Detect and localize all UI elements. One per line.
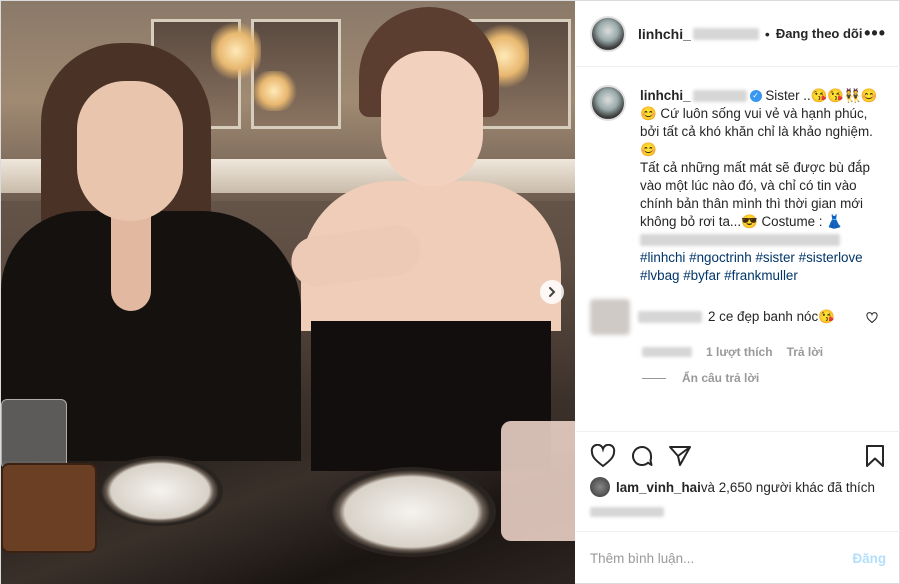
heart-icon <box>866 312 878 324</box>
add-comment-bar: Đăng <box>576 531 900 584</box>
post-comment-button[interactable]: Đăng <box>853 551 886 566</box>
verified-icon: ✓ <box>749 90 762 103</box>
header-username[interactable]: linhchi_ <box>638 26 691 42</box>
hashtag[interactable]: #linhchi <box>640 250 685 265</box>
comment-likes[interactable]: 1 lượt thích <box>706 345 773 359</box>
hashtag[interactable]: #frankmuller <box>724 268 798 283</box>
comment-icon <box>632 445 653 466</box>
blurred-username-part <box>692 27 759 40</box>
like-button[interactable] <box>590 443 616 468</box>
hashtag[interactable]: #byfar <box>683 268 720 283</box>
comment-meta: 1 lượt thích Trả lời <box>642 345 886 359</box>
share-button[interactable] <box>668 444 692 468</box>
blurred-comment-username <box>638 311 702 324</box>
blurred-post-timestamp <box>590 507 664 517</box>
hide-replies-label: Ẩn câu trả lời <box>682 371 760 386</box>
more-options-button[interactable]: ••• <box>864 23 886 44</box>
bookmark-icon <box>866 445 884 467</box>
post-photo[interactable] <box>1 1 575 584</box>
photo-cup <box>501 421 575 541</box>
hashtag[interactable]: #ngoctrinh <box>689 250 752 265</box>
comment-text: 2 ce đẹp banh nóc😘 <box>708 309 835 325</box>
comment: 2 ce đẹp banh nóc😘 <box>590 299 886 336</box>
comment-input[interactable] <box>590 551 853 566</box>
caption-username[interactable]: linhchi_ <box>640 88 691 103</box>
instagram-post-modal: linhchi_ • Đang theo dõi ••• linhchi_ ✓ S… <box>0 0 900 584</box>
post-header: linhchi_ • Đang theo dõi ••• <box>576 1 900 67</box>
comment-like-button[interactable] <box>866 311 878 327</box>
blurred-caption-line <box>640 234 840 247</box>
blurred-timestamp <box>642 347 692 358</box>
hashtag[interactable]: #sister <box>755 250 794 265</box>
share-icon <box>669 445 691 466</box>
avatar[interactable] <box>590 477 610 497</box>
photo-glass <box>1 399 67 469</box>
photo-person-right <box>288 1 571 471</box>
hide-replies-button[interactable]: Ẩn câu trả lời <box>642 371 886 385</box>
post-side-panel: linhchi_ • Đang theo dõi ••• linhchi_ ✓ S… <box>576 1 900 584</box>
hashtag[interactable]: #lvbag <box>640 268 679 283</box>
next-photo-button[interactable] <box>540 280 564 304</box>
caption-avatar[interactable] <box>590 85 626 121</box>
photo-plate <box>97 456 223 526</box>
photo-person-left <box>1 31 301 461</box>
comment-avatar[interactable] <box>590 299 630 336</box>
liked-by: lam_vinh_hai và 2,650 người khác đã thíc… <box>590 477 875 497</box>
chevron-right-icon <box>549 287 556 297</box>
comments-area: linhchi_ ✓ Sister ..😘😘👯😊 😊 Cứ luôn sống v… <box>576 67 900 431</box>
reply-button[interactable]: Trả lời <box>787 345 824 359</box>
caption-text: linhchi_ ✓ Sister ..😘😘👯😊 😊 Cứ luôn sống v… <box>640 87 886 285</box>
following-button[interactable]: Đang theo dõi <box>776 26 863 41</box>
caption-line-1: Sister ..😘😘👯😊 <box>765 88 878 103</box>
action-bar <box>576 431 900 479</box>
divider <box>642 377 666 379</box>
hashtag[interactable]: #sisterlove <box>799 250 863 265</box>
blurred-username-part <box>692 90 747 103</box>
header-separator: • <box>764 25 770 42</box>
save-button[interactable] <box>864 444 886 471</box>
avatar[interactable] <box>590 15 626 52</box>
heart-icon <box>590 443 616 467</box>
photo-plate <box>326 467 496 557</box>
liked-by-rest[interactable]: và 2,650 người khác đã thích <box>701 480 875 495</box>
caption-paragraph-1: 😊 Cứ luôn sống vui vẻ và hạnh phúc, bởi … <box>640 106 873 157</box>
caption: linhchi_ ✓ Sister ..😘😘👯😊 😊 Cứ luôn sống v… <box>590 85 886 285</box>
liked-by-username[interactable]: lam_vinh_hai <box>616 480 701 495</box>
caption-paragraph-2: Tất cả những mất mát sẽ được bù đắp vào … <box>640 160 870 229</box>
comment-button[interactable] <box>630 444 654 468</box>
photo-handbag <box>1 463 97 553</box>
